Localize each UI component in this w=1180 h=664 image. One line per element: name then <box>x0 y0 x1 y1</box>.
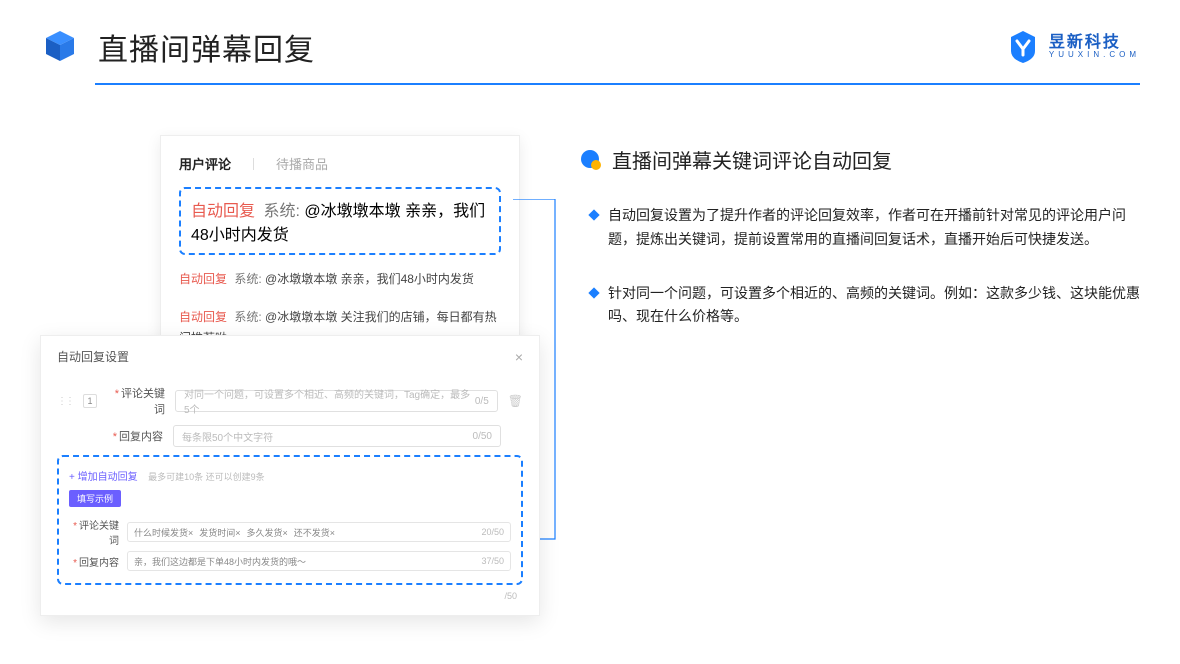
section-title: 直播间弹幕关键词评论自动回复 <box>612 145 892 174</box>
ex-tag: 多久发货× <box>247 526 288 539</box>
comment-text: @冰墩墩本墩 亲亲，我们48小时内发货 <box>265 272 474 286</box>
system-tag: 系统: <box>234 272 261 286</box>
diamond-icon <box>588 209 599 220</box>
bullet-text: 自动回复设置为了提升作者的评论回复效率，作者可在开播前针对常见的评论用户问题，提… <box>608 204 1140 252</box>
page-title: 直播间弹幕回复 <box>98 25 315 69</box>
bullet-item: 自动回复设置为了提升作者的评论回复效率，作者可在开播前针对常见的评论用户问题，提… <box>590 204 1140 252</box>
char-count: 0/50 <box>473 431 492 442</box>
diamond-icon <box>588 287 599 298</box>
cube-icon <box>40 27 80 67</box>
tab-user-comments[interactable]: 用户评论 <box>179 154 231 173</box>
system-tag: 系统: <box>234 310 261 324</box>
ex-tag: 什么时候发货× <box>134 526 193 539</box>
keyword-row: ⋮⋮ 1 *评论关键词 对同一个问题，可设置多个相近、高频的关键词，Tag确定，… <box>57 385 523 417</box>
example-block: + 增加自动回复 最多可建10条 还可以创建9条 填写示例 *评论关键词 什么时… <box>57 455 523 585</box>
tab-divider <box>253 158 254 170</box>
section-heading: 直播间弹幕关键词评论自动回复 <box>580 145 1140 174</box>
add-hint: 最多可建10条 还可以创建9条 <box>148 472 265 482</box>
char-count: 0/5 <box>475 396 489 407</box>
placeholder-text: 每条限50个中文字符 <box>182 429 273 444</box>
ex-value: 亲，我们这边都是下单48小时内发货的哦～ <box>134 555 306 568</box>
ex-label-keyword: *评论关键词 <box>69 517 119 547</box>
field-label-keyword: *评论关键词 <box>107 385 165 417</box>
add-auto-reply-link[interactable]: + 增加自动回复 <box>69 468 138 483</box>
example-keyword-row: *评论关键词 什么时候发货× 发货时间× 多久发货× 还不发货× 20/50 <box>69 517 511 547</box>
auto-reply-tag: 自动回复 <box>179 272 227 286</box>
illustration-column: 用户评论 待播商品 自动回复 系统: @冰墩墩本墩 亲亲，我们48小时内发货 自… <box>40 135 520 329</box>
bullet-item: 针对同一个问题，可设置多个相近的、高频的关键词。例如：这款多少钱、这块能优惠吗、… <box>590 282 1140 330</box>
auto-reply-tag: 自动回复 <box>179 310 227 324</box>
bubble-icon <box>580 149 602 171</box>
ex-count: 37/50 <box>481 556 504 566</box>
page-header: 直播间弹幕回复 昱新科技 YUUXIN.COM <box>0 0 1180 69</box>
drag-handle-icon[interactable]: ⋮⋮ <box>57 396 73 407</box>
comment-item: 自动回复 系统: @冰墩墩本墩 亲亲，我们48小时内发货 <box>179 261 501 299</box>
comment-tabs: 用户评论 待播商品 <box>179 154 501 173</box>
bullet-text: 针对同一个问题，可设置多个相近的、高频的关键词。例如：这款多少钱、这块能优惠吗、… <box>608 282 1140 330</box>
ex-label-reply: *回复内容 <box>69 554 119 569</box>
bottom-count: /50 <box>57 591 523 601</box>
close-icon[interactable]: × <box>515 349 523 365</box>
field-label-reply: *回复内容 <box>105 428 163 444</box>
auto-reply-settings-modal: 自动回复设置 × ⋮⋮ 1 *评论关键词 对同一个问题，可设置多个相近、高频的关… <box>40 335 540 616</box>
example-reply-input[interactable]: 亲，我们这边都是下单48小时内发货的哦～ 37/50 <box>127 551 511 571</box>
example-badge: 填写示例 <box>69 490 121 507</box>
settings-header: 自动回复设置 × <box>57 348 523 365</box>
logo-mark-icon <box>1005 29 1041 65</box>
reply-row: *回复内容 每条限50个中文字符 0/50 <box>57 425 523 447</box>
ex-count: 20/50 <box>481 527 504 537</box>
header-left: 直播间弹幕回复 <box>40 25 315 69</box>
row-number: 1 <box>83 394 97 408</box>
keyword-input[interactable]: 对同一个问题，可设置多个相近、高频的关键词，Tag确定，最多5个 0/5 <box>175 390 498 412</box>
bullet-list: 自动回复设置为了提升作者的评论回复效率，作者可在开播前针对常见的评论用户问题，提… <box>580 204 1140 329</box>
auto-reply-tag: 自动回复 <box>191 203 255 220</box>
logo-text: 昱新科技 YUUXIN.COM <box>1049 34 1140 60</box>
settings-title: 自动回复设置 <box>57 348 129 365</box>
brand-logo: 昱新科技 YUUXIN.COM <box>1005 29 1140 65</box>
reply-input[interactable]: 每条限50个中文字符 0/50 <box>173 425 501 447</box>
logo-main: 昱新科技 <box>1049 34 1140 52</box>
example-keyword-input[interactable]: 什么时候发货× 发货时间× 多久发货× 还不发货× 20/50 <box>127 522 511 542</box>
system-tag: 系统: <box>263 203 299 220</box>
tab-pending-products[interactable]: 待播商品 <box>276 154 328 173</box>
comment-item-highlighted: 自动回复 系统: @冰墩墩本墩 亲亲，我们48小时内发货 <box>179 187 501 255</box>
comment-list: 自动回复 系统: @冰墩墩本墩 亲亲，我们48小时内发货 自动回复 系统: @冰… <box>179 187 501 358</box>
example-reply-row: *回复内容 亲，我们这边都是下单48小时内发货的哦～ 37/50 <box>69 551 511 571</box>
logo-sub: YUUXIN.COM <box>1049 51 1140 60</box>
description-column: 直播间弹幕关键词评论自动回复 自动回复设置为了提升作者的评论回复效率，作者可在开… <box>580 135 1140 329</box>
ex-tag: 还不发货× <box>294 526 335 539</box>
ex-tag: 发货时间× <box>199 526 240 539</box>
placeholder-text: 对同一个问题，可设置多个相近、高频的关键词，Tag确定，最多5个 <box>184 386 475 416</box>
delete-icon[interactable]: 🗑 <box>508 394 523 408</box>
